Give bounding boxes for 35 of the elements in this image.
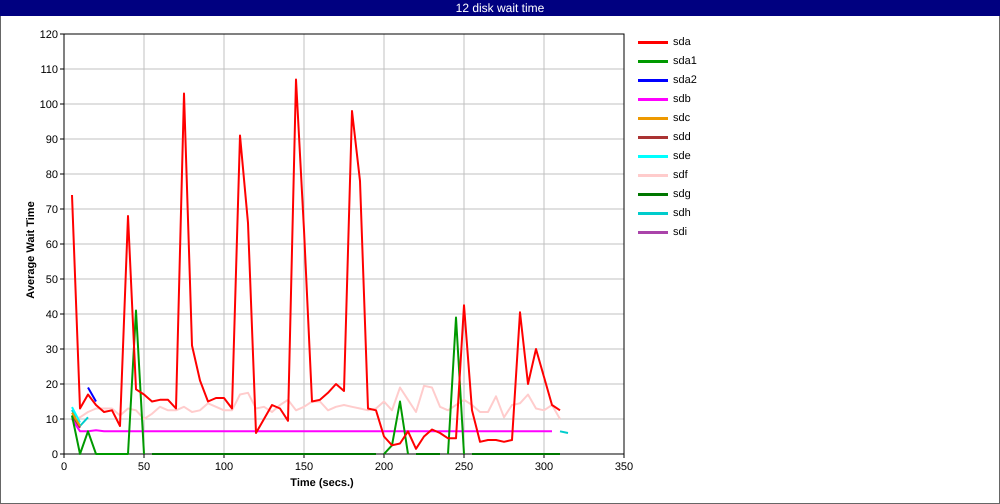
y-tick-label: 60 <box>46 239 58 251</box>
legend-label: sda1 <box>673 55 697 67</box>
y-tick-label: 110 <box>40 64 58 76</box>
y-tick-label: 80 <box>46 169 58 181</box>
legend-label: sdc <box>673 112 690 124</box>
y-tick-label: 50 <box>46 274 58 286</box>
legend-label: sde <box>673 150 691 162</box>
window-title: 12 disk wait time <box>456 0 544 16</box>
x-axis-title: Time (secs.) <box>290 477 354 489</box>
x-tick-label: 150 <box>294 461 314 473</box>
x-tick-label: 300 <box>534 461 554 473</box>
y-tick-label: 30 <box>46 344 58 356</box>
legend-label: sda <box>673 36 691 48</box>
y-axis-title: Average Wait Time <box>25 201 37 299</box>
y-tick-label: 70 <box>46 204 58 216</box>
legend-label: sdi <box>673 226 688 238</box>
legend-label: sdh <box>673 207 691 219</box>
x-tick-label: 200 <box>374 461 394 473</box>
x-tick-label: 50 <box>138 461 150 473</box>
y-tick-label: 20 <box>46 379 58 391</box>
legend-label: sdf <box>673 169 688 181</box>
legend-label: sda2 <box>673 74 697 86</box>
legend-label: sdd <box>673 131 691 143</box>
y-tick-label: 0 <box>52 449 58 461</box>
x-tick-label: 0 <box>60 461 68 473</box>
x-tick-label: 250 <box>454 461 474 473</box>
x-tick-label: 350 <box>614 461 634 473</box>
y-tick-label: 90 <box>46 134 58 146</box>
y-tick-label: 40 <box>46 309 58 321</box>
y-tick-label: 100 <box>40 99 58 111</box>
y-tick-label: 120 <box>40 29 58 41</box>
legend-label: sdb <box>673 93 691 105</box>
y-tick-label: 10 <box>46 414 58 426</box>
legend-label: sdg <box>673 188 691 200</box>
x-tick-label: 100 <box>214 461 234 473</box>
